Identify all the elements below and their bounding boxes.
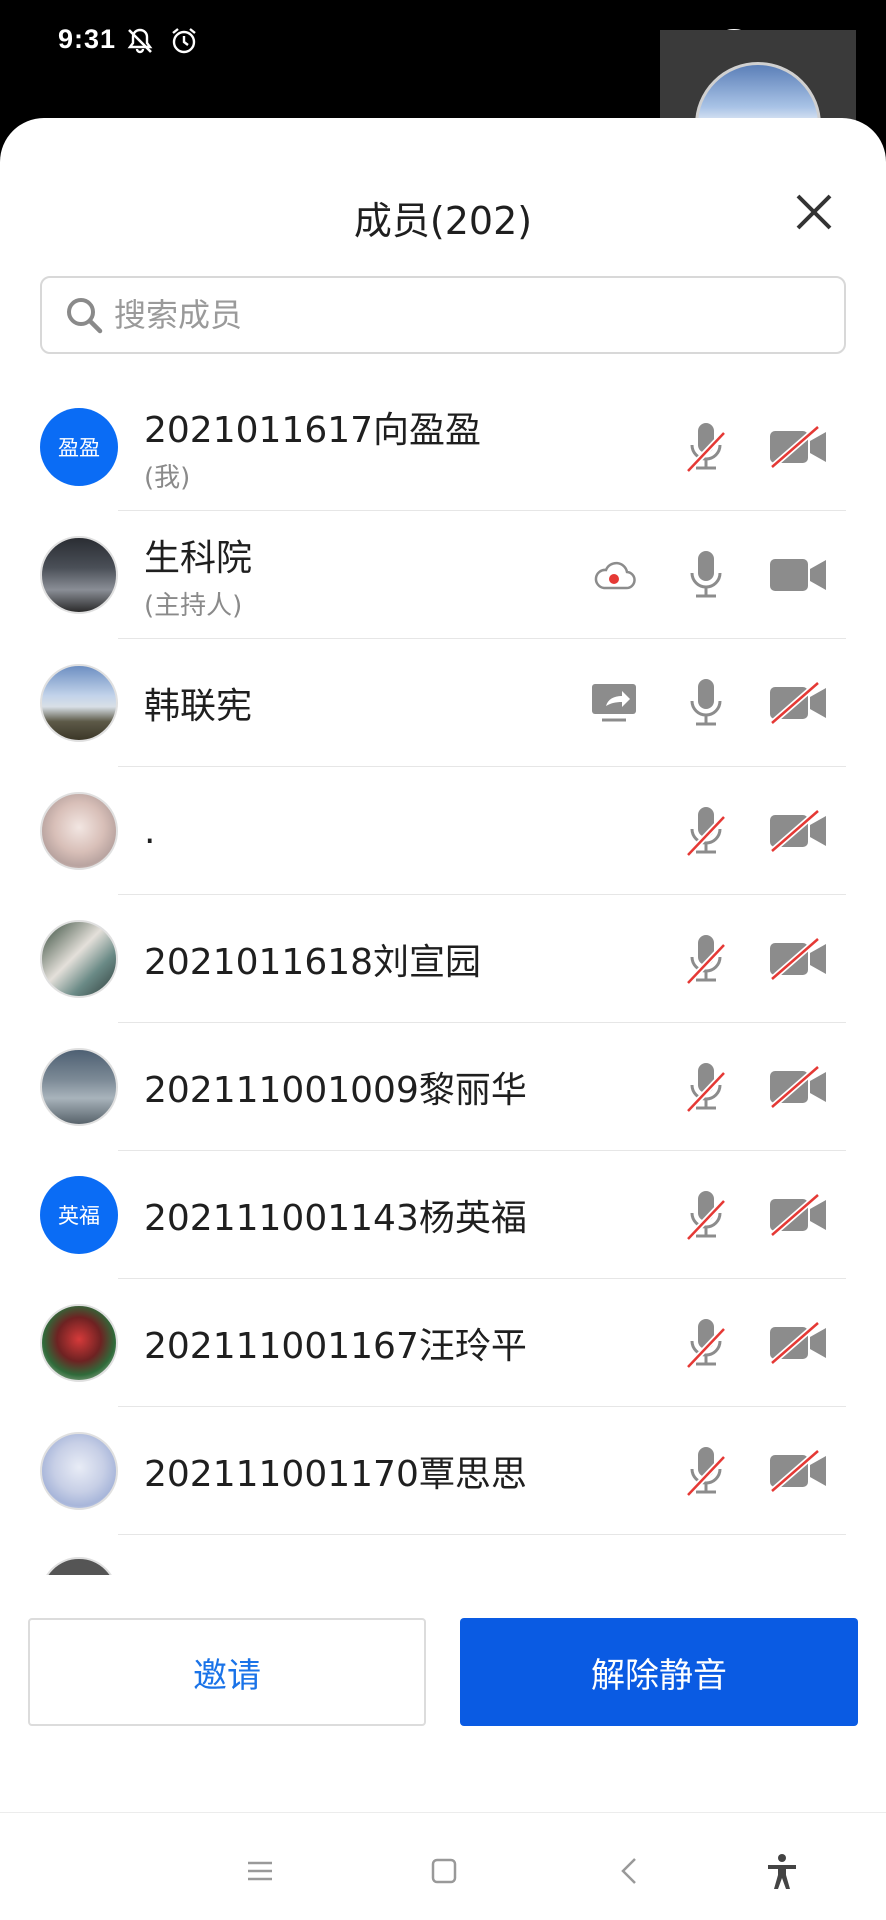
member-name: 2021011617向盈盈 (144, 409, 482, 451)
mic-muted-icon[interactable] (674, 1443, 738, 1499)
mic-muted-icon[interactable] (674, 1315, 738, 1371)
member-row[interactable]: 202111001170覃思思 (0, 1407, 886, 1535)
mute-bell-icon (127, 28, 153, 54)
search-bar[interactable] (40, 276, 846, 354)
video-off-icon[interactable] (766, 419, 830, 475)
avatar (40, 1432, 118, 1510)
video-off-icon[interactable] (766, 931, 830, 987)
member-name: 202111001170覃思思 (144, 1454, 527, 1495)
member-name: 202111001009黎丽华 (144, 1070, 527, 1111)
member-row[interactable]: 生科院 (主持人) (0, 511, 886, 639)
avatar (40, 792, 118, 870)
search-icon (67, 298, 103, 334)
avatar: 盈盈 (40, 408, 118, 486)
header: 成员(202) (0, 118, 886, 278)
menu-icon[interactable] (240, 1851, 280, 1891)
mic-muted-icon[interactable] (674, 931, 738, 987)
mic-muted-icon[interactable] (674, 1059, 738, 1115)
member-row[interactable]: 韩联宪 (0, 639, 886, 767)
member-name: 韩联宪 (144, 686, 253, 727)
member-row[interactable]: 盈盈 2021011617向盈盈 (我) (0, 383, 886, 511)
video-off-icon[interactable] (766, 675, 830, 731)
member-row[interactable]: 202111001009黎丽华 (0, 1023, 886, 1151)
mic-icon[interactable] (674, 675, 738, 731)
avatar (40, 1304, 118, 1382)
avatar (40, 1557, 118, 1575)
member-name: . (144, 810, 156, 852)
mic-icon[interactable] (674, 547, 738, 603)
member-role: (主持人) (144, 590, 243, 621)
divider (118, 1534, 846, 1535)
member-row[interactable]: . (0, 767, 886, 895)
video-off-icon[interactable] (766, 1187, 830, 1243)
member-row[interactable]: 2021011618刘宣园 (0, 895, 886, 1023)
member-row[interactable]: 202111001167汪玲平 (0, 1279, 886, 1407)
close-icon[interactable] (790, 188, 838, 236)
avatar (40, 920, 118, 998)
status-time: 9:31 (58, 24, 117, 54)
video-off-icon[interactable] (766, 1315, 830, 1371)
invite-button[interactable]: 邀请 (28, 1618, 426, 1726)
search-input[interactable] (114, 296, 844, 334)
cloud-record-icon (582, 547, 646, 603)
member-name: 202111001143杨英福 (144, 1198, 527, 1239)
mic-muted-icon[interactable] (674, 1187, 738, 1243)
screen-share-icon (582, 675, 646, 731)
mic-muted-icon[interactable] (674, 803, 738, 859)
member-name: 202111001167汪玲平 (144, 1326, 527, 1367)
video-icon[interactable] (766, 547, 830, 603)
member-row[interactable]: 英福 202111001143杨英福 (0, 1151, 886, 1279)
avatar (40, 1048, 118, 1126)
member-name: 生科院 (144, 537, 253, 579)
mic-muted-icon[interactable] (674, 419, 738, 475)
avatar (40, 664, 118, 742)
avatar (40, 536, 118, 614)
page-title: 成员(202) (353, 199, 533, 243)
video-off-icon[interactable] (766, 1443, 830, 1499)
members-sheet: 成员(202) 盈盈 2021011617向盈盈 (我) 生科院 (主持人) 韩联宪. 20… (0, 118, 886, 1920)
member-role: (我) (144, 462, 191, 493)
unmute-button[interactable]: 解除静音 (460, 1618, 858, 1726)
member-name: 2021011618刘宣园 (144, 942, 482, 983)
accessibility-icon[interactable] (762, 1851, 802, 1891)
member-list[interactable]: 盈盈 2021011617向盈盈 (我) 生科院 (主持人) 韩联宪. 2021011618… (0, 383, 886, 1575)
system-nav-bar (0, 1812, 886, 1920)
video-off-icon[interactable] (766, 803, 830, 859)
alarm-icon (172, 28, 196, 54)
footer-actions: 邀请 解除静音 (0, 1618, 886, 1748)
back-icon[interactable] (610, 1851, 650, 1891)
avatar: 英福 (40, 1176, 118, 1254)
video-off-icon[interactable] (766, 1059, 830, 1115)
home-icon[interactable] (424, 1851, 464, 1891)
